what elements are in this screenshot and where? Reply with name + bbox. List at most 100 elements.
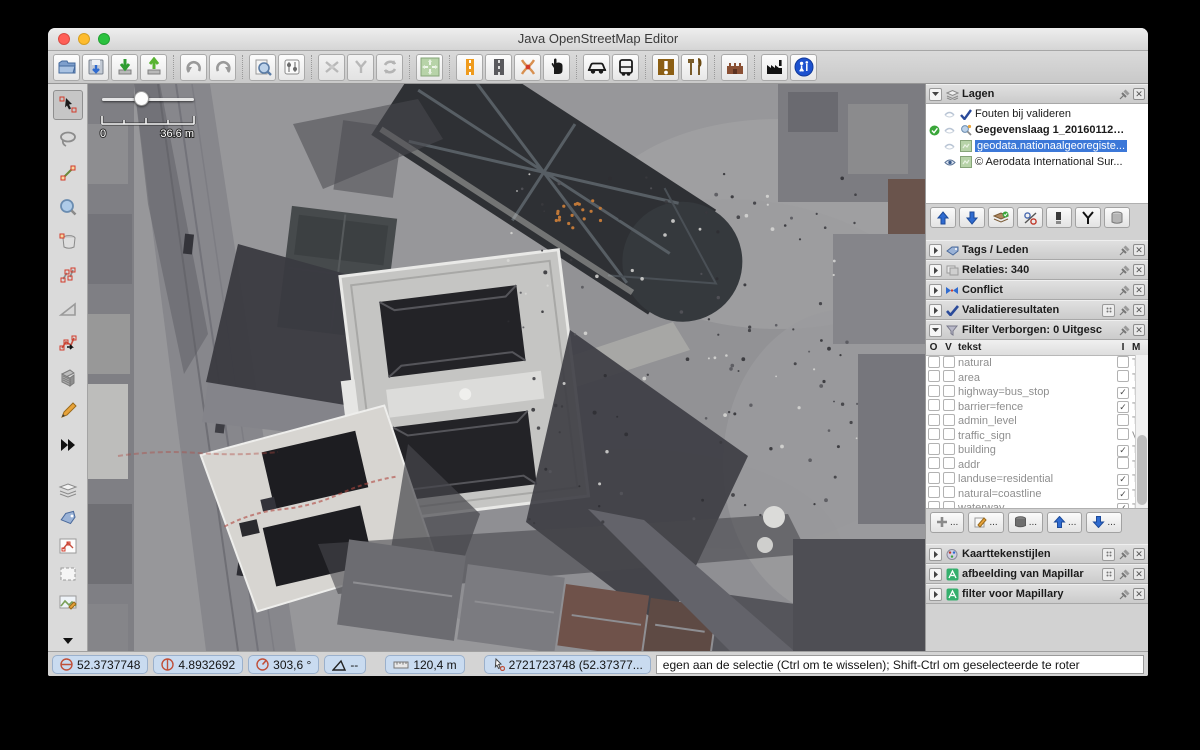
pin-icon[interactable] xyxy=(1118,88,1130,100)
close-icon[interactable]: ✕ xyxy=(1133,88,1145,100)
filter-scrollbar[interactable] xyxy=(1135,355,1148,508)
layer-visibility-icon[interactable] xyxy=(943,158,956,167)
pin-icon[interactable] xyxy=(1118,284,1130,296)
filter-i-checkbox[interactable] xyxy=(1117,414,1129,426)
pedestrian-zone-button[interactable] xyxy=(790,54,817,81)
layer-offset-button[interactable] xyxy=(1046,207,1072,228)
lasso-tool[interactable] xyxy=(53,124,83,154)
filter-invert-checkbox[interactable] xyxy=(943,356,955,368)
filter-text[interactable]: admin_level xyxy=(956,415,1114,427)
mapillary-image-panel-header[interactable]: afbeelding van Mapillar ✕ xyxy=(926,564,1148,584)
expand-icon[interactable] xyxy=(929,568,942,581)
filter-enable-checkbox[interactable] xyxy=(928,399,940,411)
layers-panel-header[interactable]: Lagen ✕ xyxy=(926,84,1148,104)
longitude-field[interactable]: 4.8932692 xyxy=(153,655,243,674)
filter-invert-checkbox[interactable] xyxy=(943,486,955,498)
close-icon[interactable]: ✕ xyxy=(1133,324,1145,336)
pin-icon[interactable] xyxy=(1118,244,1130,256)
distance-field[interactable]: 120,4 m xyxy=(385,655,464,674)
close-icon[interactable]: ✕ xyxy=(1133,284,1145,296)
save-button[interactable] xyxy=(82,54,109,81)
castle-button[interactable] xyxy=(721,54,748,81)
column-header-v[interactable]: V xyxy=(941,342,956,353)
filter-enable-checkbox[interactable] xyxy=(928,370,940,382)
tags-panel-header[interactable]: Tags / Leden ✕ xyxy=(926,240,1148,260)
layer-name[interactable]: Gegevenslaag 1_20160112… xyxy=(975,124,1124,136)
undo-button[interactable] xyxy=(180,54,207,81)
column-header-text[interactable]: tekst xyxy=(956,342,1114,353)
filter-i-checkbox[interactable] xyxy=(1117,457,1129,469)
redo-button[interactable] xyxy=(209,54,236,81)
synchronize-button[interactable] xyxy=(376,54,403,81)
expand-icon[interactable] xyxy=(929,284,942,297)
filter-row[interactable]: traffic_signV xyxy=(926,429,1148,444)
unglue-tool[interactable] xyxy=(53,260,83,290)
layer-visibility-icon[interactable] xyxy=(943,142,956,151)
filter-invert-checkbox[interactable] xyxy=(943,370,955,382)
image-edit-tool[interactable] xyxy=(53,590,83,614)
improve-accuracy-tool[interactable] xyxy=(53,294,83,324)
industrial-button[interactable] xyxy=(761,54,788,81)
filter-invert-checkbox[interactable] xyxy=(943,501,955,509)
filter-enable-checkbox[interactable] xyxy=(928,385,940,397)
latitude-field[interactable]: 52.3737748 xyxy=(52,655,148,674)
filter-enable-checkbox[interactable] xyxy=(928,501,940,509)
delete-filter-button[interactable]: ... xyxy=(1008,512,1043,533)
filter-enable-checkbox[interactable] xyxy=(928,472,940,484)
mapillary-filter-panel-header[interactable]: filter voor Mapillary ✕ xyxy=(926,584,1148,604)
mappaint-panel-header[interactable]: Kaarttekenstijlen ✕ xyxy=(926,544,1148,564)
layer-name[interactable]: © Aerodata International Sur... xyxy=(975,156,1123,168)
scrollbar-thumb[interactable] xyxy=(1137,435,1147,505)
filter-row[interactable]: addrT xyxy=(926,458,1148,473)
filter-down-button[interactable]: ... xyxy=(1086,512,1121,533)
pin-icon[interactable] xyxy=(1118,568,1130,580)
column-header-i[interactable]: I xyxy=(1114,342,1132,353)
pan-button[interactable] xyxy=(543,54,570,81)
expand-icon[interactable] xyxy=(929,588,942,601)
expand-icon[interactable] xyxy=(929,304,942,317)
building-tool[interactable] xyxy=(53,362,83,392)
filter-row[interactable]: building✓T xyxy=(926,443,1148,458)
zoom-slider-knob[interactable] xyxy=(134,91,149,106)
filter-text[interactable]: waterway xyxy=(956,502,1114,509)
layer-visibility-icon[interactable] xyxy=(943,110,956,119)
filter-i-checkbox[interactable]: ✓ xyxy=(1117,503,1129,510)
edit-filter-button[interactable]: ... xyxy=(968,512,1003,533)
filter-row[interactable]: highway=bus_stop✓T xyxy=(926,385,1148,400)
way-highlight-button[interactable] xyxy=(456,54,483,81)
road-button[interactable] xyxy=(485,54,512,81)
filter-text[interactable]: building xyxy=(956,444,1114,456)
filter-invert-checkbox[interactable] xyxy=(943,414,955,426)
layer-row[interactable]: geodata.nationaalgeoregiste... xyxy=(926,138,1148,154)
split-tool[interactable] xyxy=(53,328,83,358)
expand-icon[interactable] xyxy=(929,548,942,561)
open-button[interactable] xyxy=(53,54,80,81)
heading-field[interactable]: 303,6 ° xyxy=(248,655,319,674)
filter-invert-checkbox[interactable] xyxy=(943,385,955,397)
collapse-icon[interactable] xyxy=(929,88,942,101)
filter-invert-checkbox[interactable] xyxy=(943,472,955,484)
combine-way-button[interactable] xyxy=(347,54,374,81)
filter-enable-checkbox[interactable] xyxy=(928,486,940,498)
filter-text[interactable]: landuse=residential xyxy=(956,473,1114,485)
expand-icon[interactable] xyxy=(929,244,942,257)
filter-i-checkbox[interactable]: ✓ xyxy=(1117,474,1129,486)
layer-down-button[interactable] xyxy=(959,207,985,228)
filter-row[interactable]: waterway✓T xyxy=(926,501,1148,509)
close-window-button[interactable] xyxy=(58,33,70,45)
fast-forward-tool[interactable] xyxy=(53,430,83,460)
close-icon[interactable]: ✕ xyxy=(1133,568,1145,580)
pin-icon[interactable] xyxy=(1118,548,1130,560)
preferences-button[interactable] xyxy=(278,54,305,81)
relations-panel-header[interactable]: Relaties: 340 ✕ xyxy=(926,260,1148,280)
filter-i-checkbox[interactable]: ✓ xyxy=(1117,445,1129,457)
layer-delete-button[interactable] xyxy=(1104,207,1130,228)
filter-invert-checkbox[interactable] xyxy=(943,399,955,411)
layer-row[interactable]: © Aerodata International Sur... xyxy=(926,154,1148,170)
filter-up-button[interactable]: ... xyxy=(1047,512,1082,533)
column-header-o[interactable]: O xyxy=(926,342,941,353)
map-canvas[interactable]: 0 36.6 m xyxy=(88,84,925,651)
filter-enable-checkbox[interactable] xyxy=(928,428,940,440)
download-button[interactable] xyxy=(111,54,138,81)
zoom-tool[interactable] xyxy=(53,192,83,222)
